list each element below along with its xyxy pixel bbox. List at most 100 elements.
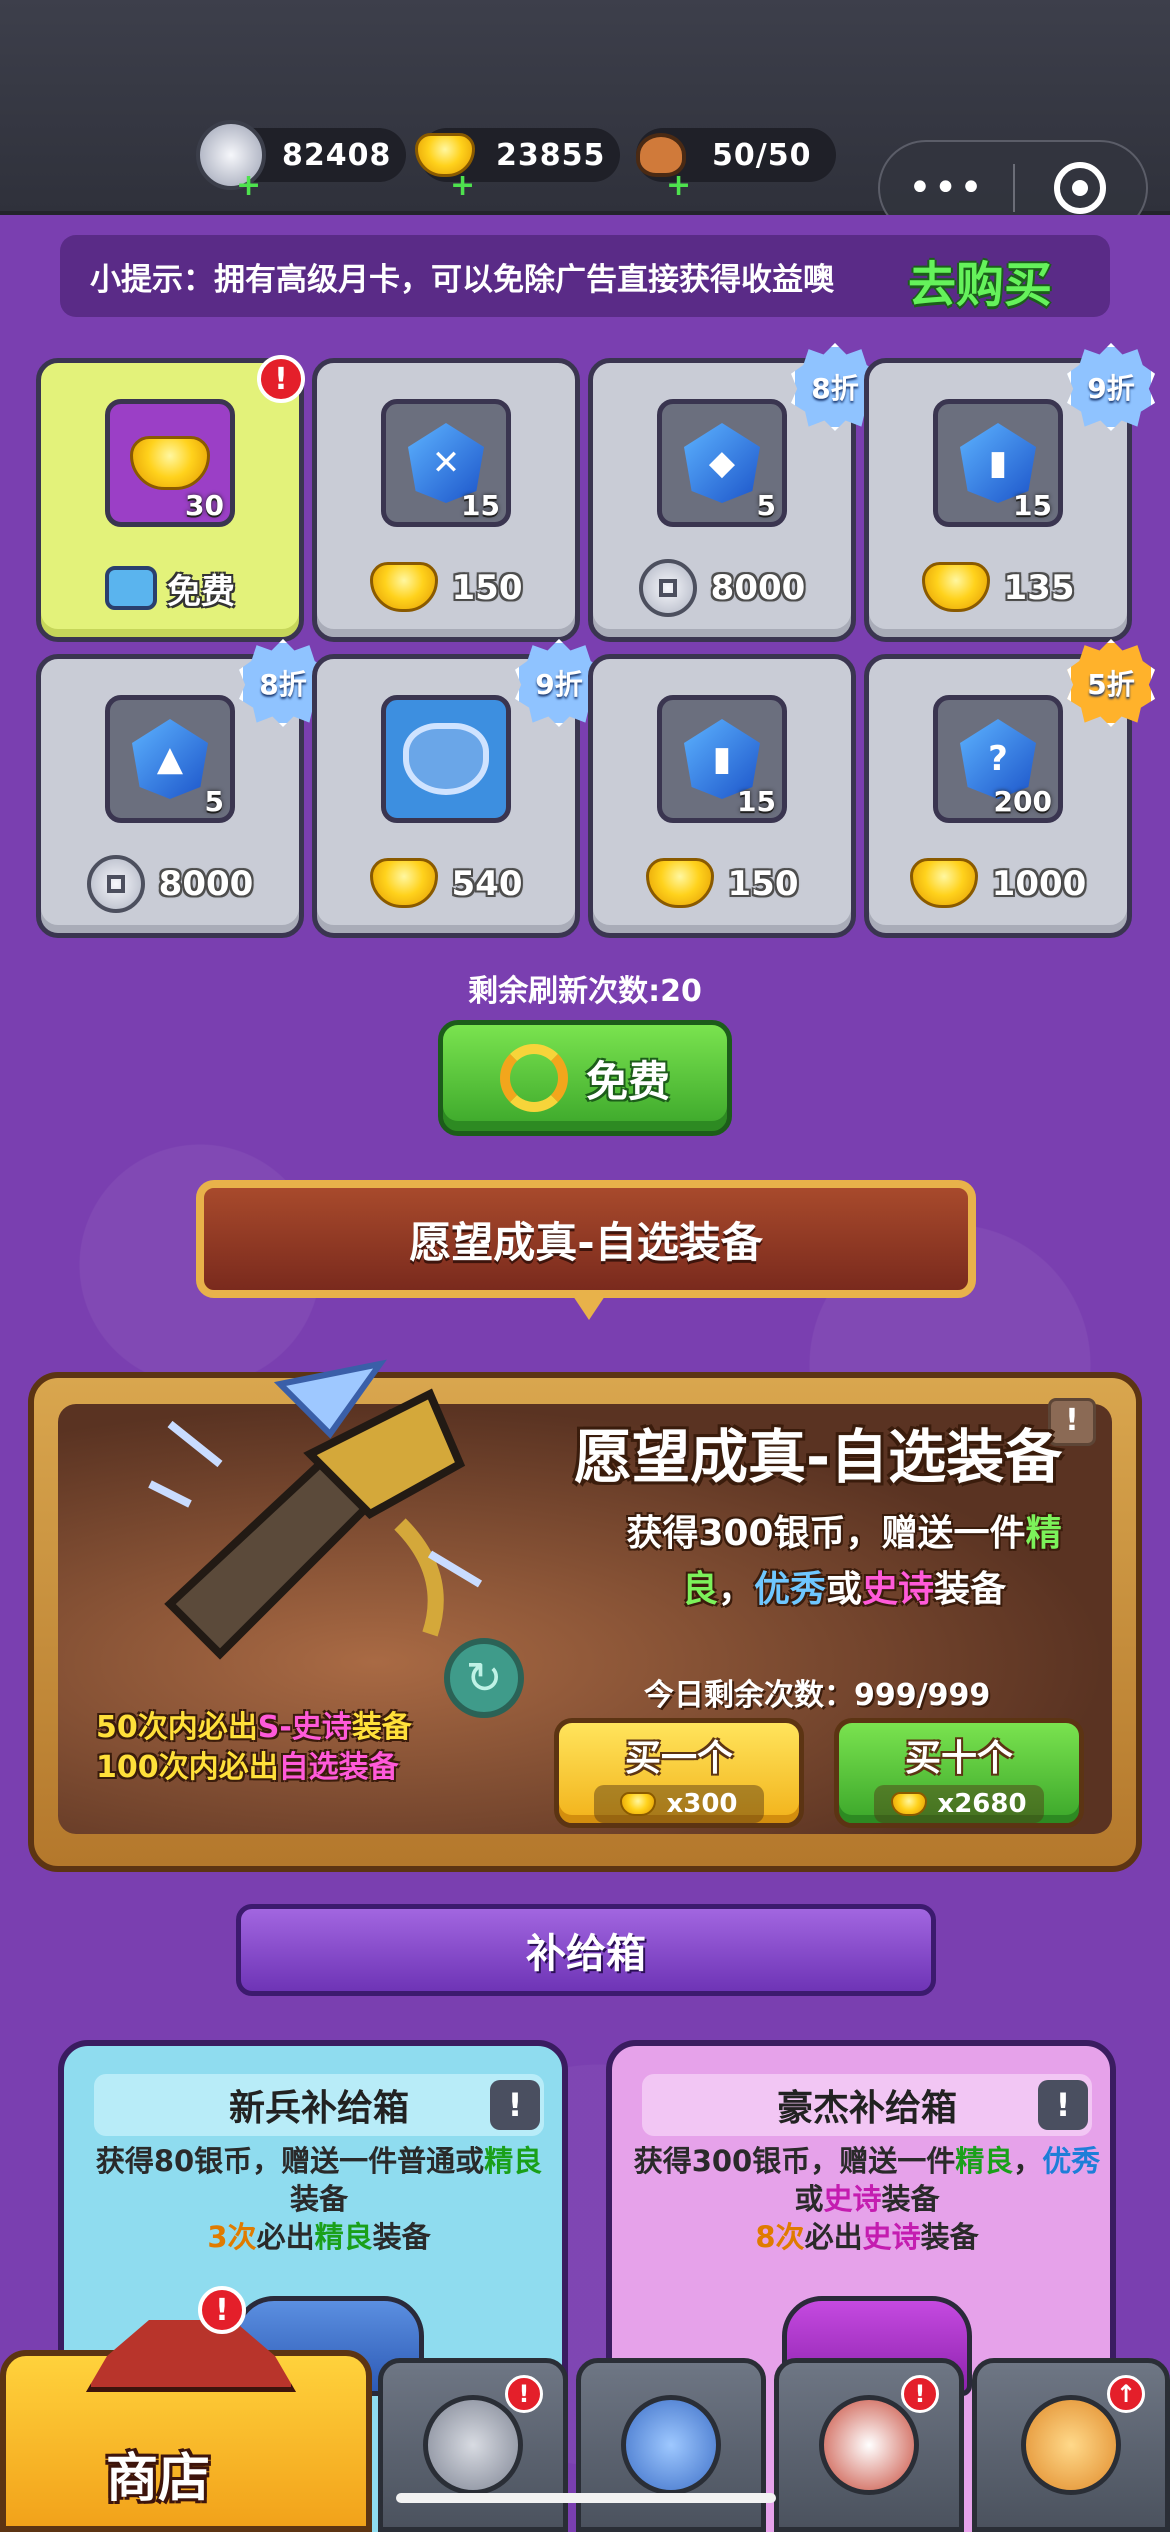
tip-banner: 小提示：拥有高级月卡，可以免除广告直接获得收益噢 去购买	[60, 235, 1110, 317]
close-miniprogram-button[interactable]	[1015, 162, 1146, 214]
stamina-resource[interactable]: + 50/50	[636, 128, 836, 201]
item-price: 8000	[593, 553, 851, 623]
wish-refresh-icon[interactable]: ↻	[444, 1638, 524, 1718]
alert-icon: !	[257, 355, 305, 403]
crossbow-weapon-icon	[148, 1359, 483, 1660]
silver-coin-icon	[638, 559, 697, 617]
nav-hero-tab[interactable]: !	[774, 2358, 964, 2532]
hero-stars-icon	[819, 2395, 919, 2495]
supply-section-title: 补给箱	[236, 1904, 936, 1996]
wish-description: 获得300银币，赠送一件精良，优秀或史诗装备	[626, 1513, 1062, 1610]
free-refresh-label: 免费	[585, 1056, 670, 1106]
item-count: 30	[185, 489, 224, 522]
free-label: 免费	[167, 571, 235, 612]
box-title: 豪杰补给箱	[642, 2074, 1092, 2136]
refresh-icon	[499, 1044, 568, 1112]
more-menu-button[interactable]: •••	[880, 168, 1013, 208]
add-gold-icon[interactable]: +	[450, 171, 475, 201]
item-count: 200	[993, 785, 1052, 818]
today-remaining: 今日剩余次数：999/999	[644, 1678, 991, 1713]
silver-coin-icon	[86, 855, 145, 913]
guarantee-text: 50次内必出S-史诗装备 100次内必出自选装备	[96, 1710, 412, 1785]
item-count: 5	[756, 489, 776, 522]
alert-icon: !	[505, 2375, 543, 2413]
add-silver-icon[interactable]: +	[236, 171, 261, 201]
alert-icon: !	[198, 2286, 246, 2334]
buy-ten-button[interactable]: 买十个 x2680	[834, 1718, 1084, 1828]
upgrade-arrow-icon: ↑	[1107, 2375, 1145, 2413]
home-indicator	[396, 2493, 776, 2503]
item-price: 1000	[869, 849, 1127, 919]
item-price: 免费	[41, 553, 299, 623]
shop-item-card[interactable]: 540 9折	[312, 654, 583, 938]
box-info-icon[interactable]: !	[490, 2080, 540, 2130]
box-info-icon[interactable]: !	[1038, 2080, 1088, 2130]
alert-icon: !	[901, 2375, 939, 2413]
shop-item-card[interactable]: ✕ 15 150	[312, 358, 580, 642]
nav-helmet-tab[interactable]: !	[378, 2358, 568, 2532]
stamina-amount: 50/50	[712, 137, 812, 173]
boots-gem-icon: ▲	[132, 719, 208, 799]
free-refresh-button[interactable]: 免费	[438, 1020, 732, 1136]
silver-resource[interactable]: + 82408	[196, 120, 406, 201]
shop-item-card[interactable]: ▮ 15 135 9折	[864, 358, 1135, 642]
gold-ingot-icon	[645, 858, 714, 910]
wish-section-banner: 愿望成真-自选装备	[196, 1180, 976, 1298]
item-slot: ▮ 15	[933, 399, 1063, 527]
price-value: 1000	[991, 864, 1087, 904]
helmet-gem-icon: ◆	[684, 423, 760, 503]
gold-ingot-icon	[891, 1792, 928, 1816]
silver-amount: 82408	[282, 137, 392, 173]
item-slot: ▲ 5	[105, 695, 235, 823]
price-value: 8000	[158, 864, 254, 904]
buy-ten-cost: x2680	[874, 1785, 1044, 1823]
gold-ingot-icon	[921, 562, 990, 614]
buy-one-button[interactable]: 买一个 x300	[554, 1718, 804, 1828]
shop-item-card[interactable]: 30 免费 !	[36, 355, 305, 642]
item-count: 5	[204, 785, 224, 818]
wish-title: 愿望成真-自选装备	[574, 1423, 1063, 1491]
watch-ad-icon	[105, 566, 157, 610]
shop-item-card[interactable]: ? 200 1000 5折	[864, 654, 1135, 938]
price-value: 150	[451, 568, 523, 608]
helmet-icon	[423, 2395, 523, 2495]
wish-card: ! 愿望成真-自选装备 获得300银币，赠送一件精良，优秀或史诗装备 ↻ 今日剩…	[28, 1359, 1142, 1872]
nav-upgrade-tab[interactable]: ↑	[972, 2358, 1170, 2532]
price-value: 135	[1003, 568, 1075, 608]
item-count: 15	[737, 785, 776, 818]
nav-shop-tab[interactable]: ! 商店	[0, 2286, 372, 2532]
add-stamina-icon[interactable]: +	[666, 171, 691, 201]
refresh-remaining: 剩余刷新次数:20	[468, 974, 702, 1009]
shop-label: 商店	[106, 2449, 211, 2509]
shop-item-card[interactable]: ▮ 15 150	[588, 654, 856, 938]
price-value: 540	[451, 864, 523, 904]
buy-ten-label: 买十个	[904, 1738, 1013, 1779]
item-slot: 30	[105, 399, 235, 527]
item-price: 150	[317, 553, 575, 623]
price-value: 8000	[710, 568, 806, 608]
item-price: 135	[869, 553, 1127, 623]
bottom-navigation: ! 商店 ! ! ↑	[0, 2286, 1170, 2532]
shop-item-card[interactable]: ▲ 5 8000 8折	[36, 654, 307, 938]
gold-ingot-icon	[369, 858, 438, 910]
shop-item-card[interactable]: ◆ 5 8000 8折	[588, 358, 859, 642]
item-count: 15	[461, 489, 500, 522]
gold-resource[interactable]: + 23855	[415, 128, 620, 201]
item-slot: ? 200	[933, 695, 1063, 823]
price-value: 150	[727, 864, 799, 904]
box-title: 新兵补给箱	[94, 2074, 544, 2136]
necklace-icon	[403, 723, 489, 795]
nav-battle-tab[interactable]	[576, 2358, 766, 2532]
tip-text: 小提示：拥有高级月卡，可以免除广告直接获得收益噢	[90, 261, 834, 298]
go-buy-button[interactable]: 去购买	[908, 245, 1052, 315]
item-slot: ▮ 15	[657, 695, 787, 823]
gold-ingot-icon	[130, 436, 210, 490]
discount-badge: 5折	[1067, 639, 1155, 727]
target-icon	[1054, 162, 1107, 214]
item-price: 540	[317, 849, 575, 919]
item-price: 150	[593, 849, 851, 919]
buy-one-label: 买一个	[624, 1738, 733, 1779]
item-slot	[381, 695, 511, 823]
box-description: 获得80银币，赠送一件普通或精良 装备 3次必出精良装备	[95, 2144, 543, 2254]
buy-one-cost: x300	[594, 1785, 764, 1823]
